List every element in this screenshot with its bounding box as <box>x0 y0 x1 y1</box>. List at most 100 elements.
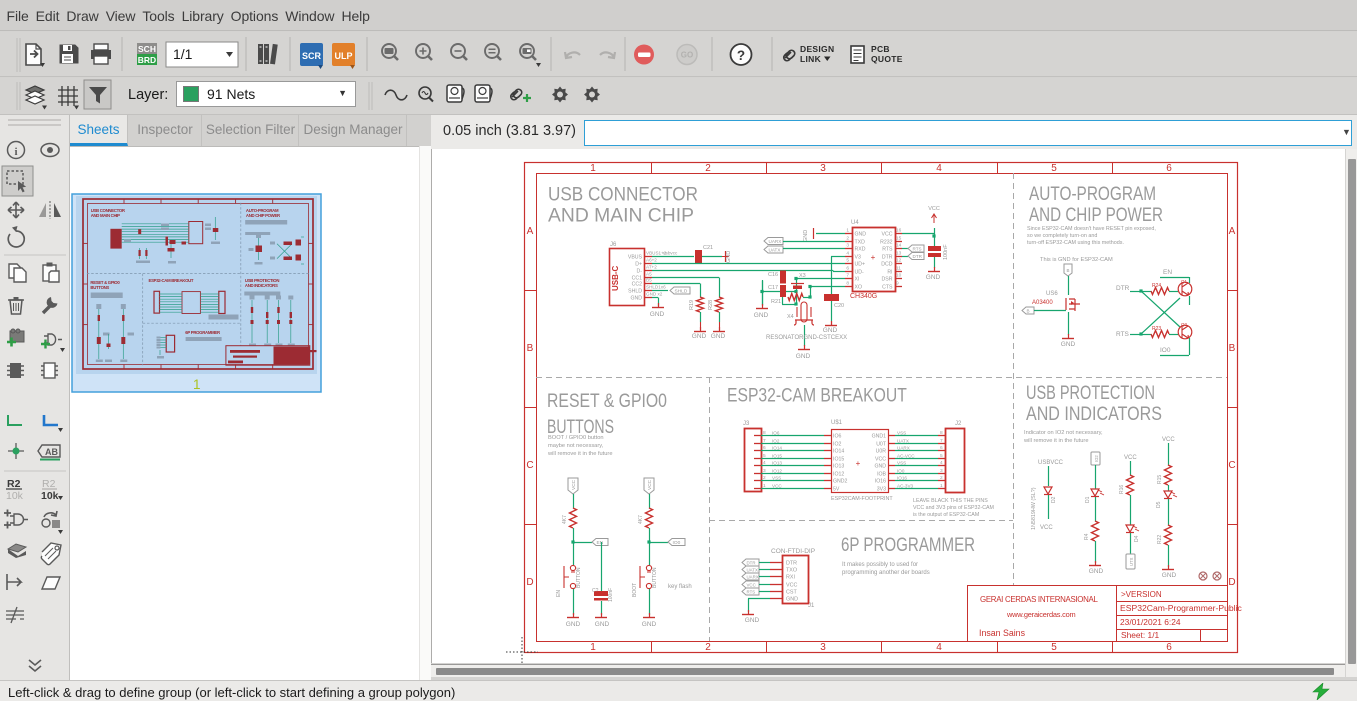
svg-text:RXD: RXD <box>855 247 866 253</box>
svg-text:www.geraicerdas.com: www.geraicerdas.com <box>1006 610 1076 619</box>
svg-text:DTR: DTR <box>913 254 923 259</box>
svg-text:U$1: U$1 <box>831 420 843 426</box>
svg-text:GND: GND <box>595 621 610 628</box>
svg-text:R15: R15 <box>1157 475 1163 484</box>
svg-text:X3: X3 <box>799 273 806 279</box>
svg-text:AND INDICATORS: AND INDICATORS <box>245 283 278 288</box>
svg-text:VCC: VCC <box>571 479 577 490</box>
svg-text:5: 5 <box>940 453 943 459</box>
svg-text:R19: R19 <box>689 300 695 310</box>
svg-text:5V: 5V <box>833 487 840 493</box>
svg-text:VSS: VSS <box>772 476 781 481</box>
svg-text:LINK: LINK <box>800 54 822 64</box>
svg-text:AT+2: AT+2 <box>646 265 657 270</box>
svg-text:UD+: UD+ <box>855 262 866 268</box>
svg-text:B: B <box>1066 268 1069 273</box>
svg-text:B: B <box>527 343 534 354</box>
svg-text:UD-: UD- <box>855 270 864 276</box>
svg-text:AND MAIN CHIP: AND MAIN CHIP <box>548 204 694 226</box>
svg-text:maybe not necessary,: maybe not necessary, <box>548 443 604 449</box>
svg-text:GND: GND <box>745 617 760 624</box>
svg-text:PCB: PCB <box>871 44 890 54</box>
svg-text:VSS: VSS <box>897 431 906 436</box>
svg-text:R24: R24 <box>1152 283 1161 289</box>
svg-text:C: C <box>526 460 533 471</box>
svg-text:RTS: RTS <box>882 247 893 253</box>
svg-text:4: 4 <box>846 251 849 257</box>
svg-text:GND: GND <box>786 597 798 603</box>
svg-text:TXO: TXO <box>786 568 797 574</box>
svg-text:B: B <box>1229 343 1236 354</box>
svg-text:11: 11 <box>896 266 901 272</box>
svg-text:D2: D2 <box>1051 496 1057 503</box>
svg-text:>VERSION: >VERSION <box>1121 590 1162 599</box>
svg-text:A6+2: A6+2 <box>646 258 657 263</box>
svg-text:GND: GND <box>650 311 665 318</box>
svg-text:J1: J1 <box>808 603 815 609</box>
svg-text:AB: AB <box>45 447 58 457</box>
svg-text:USB PROTECTION: USB PROTECTION <box>1026 381 1155 404</box>
svg-text:U4: U4 <box>851 220 859 226</box>
svg-text:IOB: IOB <box>877 472 886 478</box>
svg-text:J3: J3 <box>743 421 750 427</box>
svg-text:GO: GO <box>681 51 693 60</box>
svg-text:USBVCC: USBVCC <box>1038 460 1064 466</box>
svg-text:IO2: IO2 <box>833 442 841 448</box>
svg-text:VBUS: VBUS <box>628 255 643 261</box>
svg-text:SHLD1x6: SHLD1x6 <box>646 285 666 290</box>
svg-text:1: 1 <box>590 642 596 653</box>
svg-text:8: 8 <box>846 281 849 287</box>
svg-text:QUOTE: QUOTE <box>871 54 903 64</box>
svg-text:10: 10 <box>896 273 902 279</box>
svg-text:C20: C20 <box>834 303 844 309</box>
svg-text:CON-FTDI-DIP: CON-FTDI-DIP <box>771 548 815 555</box>
svg-text:3: 3 <box>763 468 766 474</box>
svg-text:A5: A5 <box>646 272 652 277</box>
svg-text:U0R: U0R <box>876 449 887 455</box>
svg-text:GND: GND <box>1162 572 1177 579</box>
svg-text:R232: R232 <box>880 240 893 246</box>
svg-text:BRD: BRD <box>138 55 156 65</box>
svg-text:B5: B5 <box>646 278 652 283</box>
svg-text:will remove it in the future: will remove it in the future <box>1023 438 1088 444</box>
svg-text:EN: EN <box>1163 269 1172 276</box>
svg-text:Q1: Q1 <box>1181 279 1188 284</box>
svg-text:GERAI CERDAS INTERNASIONAL: GERAI CERDAS INTERNASIONAL <box>980 595 1099 604</box>
svg-text:GND: GND <box>855 232 867 238</box>
svg-text:programming another der boards: programming another der boards <box>842 570 930 576</box>
svg-text:1: 1 <box>193 377 201 392</box>
svg-text:C21: C21 <box>703 245 713 251</box>
svg-text:6: 6 <box>846 266 849 272</box>
svg-text:VCC: VCC <box>1162 437 1175 443</box>
svg-text:BUTTONS: BUTTONS <box>90 285 109 290</box>
svg-text:1: 1 <box>940 483 943 489</box>
svg-text:GND: GND <box>823 327 838 334</box>
svg-text:USB CONNECTOR: USB CONNECTOR <box>548 182 698 204</box>
svg-text:i: i <box>14 146 17 158</box>
svg-text:R21: R21 <box>771 299 781 305</box>
svg-text:Sheet: 1/1: Sheet: 1/1 <box>1121 630 1160 640</box>
svg-text:5: 5 <box>1051 163 1057 174</box>
svg-text:EN: EN <box>556 590 562 597</box>
svg-text:usbvcc: usbvcc <box>663 251 678 256</box>
svg-text:CTS: CTS <box>882 285 893 291</box>
svg-text:VCC: VCC <box>647 479 653 490</box>
svg-text:GND: GND <box>754 312 769 319</box>
svg-text:8: 8 <box>940 430 943 436</box>
svg-text:9: 9 <box>896 281 899 287</box>
svg-text:GND2: GND2 <box>833 479 848 485</box>
svg-text:1: 1 <box>846 228 849 234</box>
svg-text:RI: RI <box>887 270 892 276</box>
svg-text:IO0: IO0 <box>897 469 905 474</box>
svg-text:3V3: 3V3 <box>877 487 886 493</box>
svg-text:CH340G: CH340G <box>850 293 877 300</box>
svg-text:13: 13 <box>896 251 902 257</box>
svg-text:AND CHIP POWER: AND CHIP POWER <box>1029 203 1163 225</box>
svg-text:turn-off ESP32-CAM using this: turn-off ESP32-CAM using this methods. <box>1027 240 1124 246</box>
svg-text:3: 3 <box>940 468 943 474</box>
svg-text:DTR: DTR <box>747 561 756 566</box>
svg-text:IO14: IO14 <box>833 449 844 455</box>
svg-text:A03400: A03400 <box>1032 300 1053 306</box>
svg-text:1: 1 <box>763 483 766 489</box>
svg-text:IO16: IO16 <box>897 476 907 481</box>
